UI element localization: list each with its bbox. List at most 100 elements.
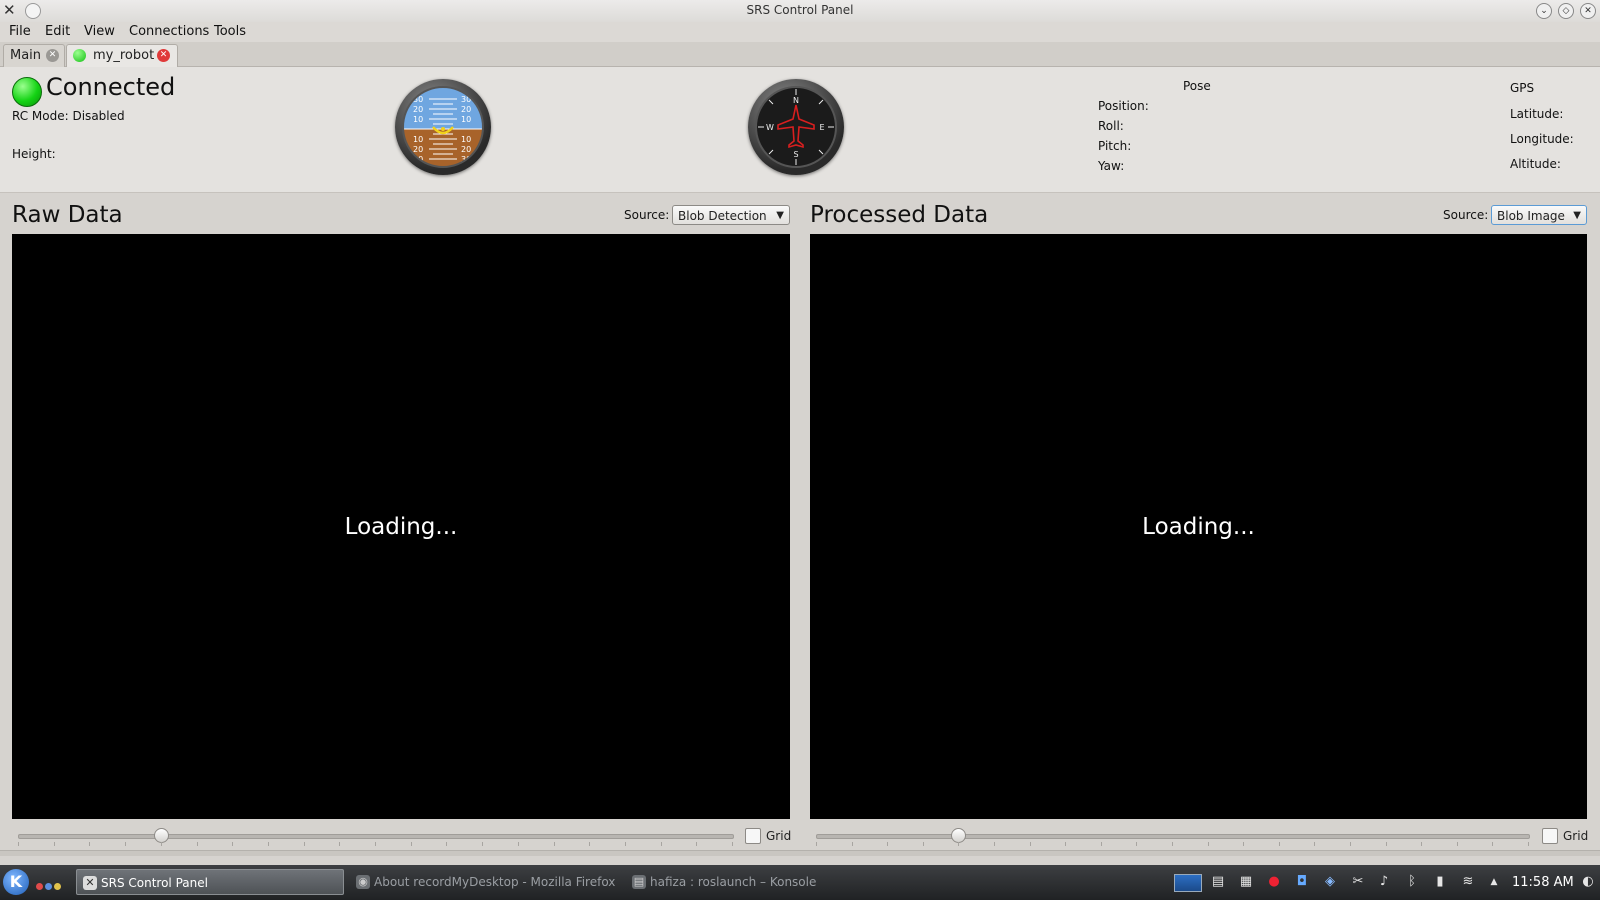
- slider-tick: [482, 842, 484, 846]
- pitch-mark-20-up: 20: [413, 105, 423, 114]
- desktop-pager-icon[interactable]: [1174, 874, 1202, 892]
- slider-tick: [1243, 842, 1245, 846]
- activities-icon[interactable]: [36, 879, 63, 893]
- slider-tick: [1456, 842, 1458, 846]
- slider-tick: [1528, 842, 1529, 846]
- raw-data-title: Raw Data: [12, 202, 123, 228]
- menu-bar: File Edit View Connections Tools: [0, 22, 1600, 42]
- connection-status: Connected: [46, 73, 176, 101]
- slider-tick: [232, 842, 234, 846]
- pitch-mark-20-down: 20: [413, 145, 423, 154]
- slider-tick: [553, 842, 555, 846]
- network-manager-icon[interactable]: ◘: [1294, 874, 1310, 890]
- slider-tick: [196, 842, 198, 846]
- slider-tick: [994, 842, 995, 846]
- slider-tick: [1385, 842, 1387, 846]
- menu-view[interactable]: View: [84, 24, 115, 39]
- slider-tick: [375, 842, 376, 846]
- heading-e: E: [819, 123, 824, 132]
- raw-source-value: Blob Detection: [678, 209, 767, 223]
- clipboard-icon[interactable]: ▦: [1238, 874, 1254, 890]
- pose-yaw-label: Yaw:: [1098, 159, 1125, 173]
- menu-edit[interactable]: Edit: [45, 24, 70, 39]
- tab-main[interactable]: Main ✕: [3, 44, 65, 67]
- task-konsole[interactable]: ▤ hafiza : roslaunch – Konsole: [626, 869, 906, 895]
- tab-my-robot[interactable]: my_robot ✕: [66, 44, 178, 67]
- volume-icon[interactable]: ♪: [1376, 874, 1392, 890]
- expand-tray-icon[interactable]: ▲: [1486, 874, 1502, 890]
- task-firefox-label: About recordMyDesktop - Mozilla Firefox: [374, 875, 616, 889]
- raw-grid-label: Grid: [766, 829, 792, 843]
- processed-loading-text: Loading...: [1142, 514, 1255, 540]
- tab-main-close-icon[interactable]: ✕: [46, 49, 59, 62]
- slider-tick: [958, 842, 960, 846]
- attitude-indicator: 30 20 10 10 20 30 30 20 10 10 20 30: [395, 79, 491, 175]
- svg-text:10: 10: [461, 115, 471, 124]
- record-icon[interactable]: ●: [1266, 874, 1282, 890]
- taskbar: K ✕ SRS Control Panel ◉ About recordMyDe…: [0, 865, 1600, 900]
- raw-slider-handle[interactable]: [153, 828, 169, 843]
- konsole-icon: ▤: [632, 875, 646, 889]
- pose-roll-label: Roll:: [1098, 119, 1124, 133]
- pose-title: Pose: [1183, 79, 1211, 93]
- tab-my-robot-close-icon[interactable]: ✕: [157, 49, 170, 62]
- height-label: Height:: [12, 147, 56, 161]
- heading-w: W: [766, 123, 774, 132]
- update-icon[interactable]: ◈: [1322, 874, 1338, 890]
- svg-text:20: 20: [461, 105, 471, 114]
- minimize-button[interactable]: ⌄: [1536, 3, 1552, 19]
- slider-tick: [1492, 842, 1494, 846]
- menu-file[interactable]: File: [9, 24, 31, 39]
- scissors-icon[interactable]: ✂: [1350, 874, 1366, 890]
- slider-tick: [1421, 842, 1423, 846]
- heading-n: N: [793, 96, 799, 105]
- status-bar: [0, 850, 1600, 856]
- raw-slider-track[interactable]: [18, 834, 734, 839]
- pose-position-label: Position:: [1098, 99, 1149, 113]
- task-firefox[interactable]: ◉ About recordMyDesktop - Mozilla Firefo…: [350, 869, 620, 895]
- battery-icon[interactable]: ▮: [1432, 874, 1448, 890]
- chevron-down-icon: ▼: [1573, 210, 1581, 221]
- firefox-icon: ◉: [356, 875, 370, 889]
- menu-connections[interactable]: Connections: [129, 24, 209, 39]
- notes-icon[interactable]: ▤: [1210, 874, 1226, 890]
- pitch-mark-10-up: 10: [413, 115, 423, 124]
- slider-tick: [303, 842, 305, 846]
- slider-tick: [410, 842, 412, 846]
- show-desktop-icon[interactable]: ◐: [1580, 874, 1596, 890]
- slider-tick: [1100, 842, 1102, 846]
- processed-slider-track[interactable]: [816, 834, 1530, 839]
- raw-source-select[interactable]: Blob Detection ▼: [672, 205, 790, 225]
- close-button[interactable]: ✕: [1580, 3, 1596, 19]
- slider-tick: [18, 842, 19, 846]
- slider-tick: [1278, 842, 1280, 846]
- tab-bar: Main ✕ my_robot ✕: [0, 42, 1600, 67]
- slider-tick: [89, 842, 91, 846]
- status-header: Connected RC Mode: Disabled Height: 30 2…: [0, 67, 1600, 193]
- menu-tools[interactable]: Tools: [214, 24, 246, 39]
- attitude-ground: [403, 129, 483, 167]
- svg-text:10: 10: [461, 135, 471, 144]
- maximize-button[interactable]: ◇: [1558, 3, 1574, 19]
- processed-slider-handle[interactable]: [951, 828, 967, 843]
- slider-tick: [589, 842, 591, 846]
- processed-grid-checkbox[interactable]: [1542, 828, 1558, 844]
- slider-tick: [339, 842, 341, 846]
- bluetooth-icon[interactable]: ᛒ: [1404, 874, 1420, 890]
- slider-tick: [887, 842, 889, 846]
- slider-tick: [1136, 842, 1138, 846]
- application-launcher-icon[interactable]: K: [3, 869, 29, 895]
- tab-main-label: Main: [10, 48, 42, 63]
- slider-tick: [517, 842, 519, 846]
- raw-grid-checkbox[interactable]: [745, 828, 761, 844]
- raw-source-label: Source:: [624, 208, 670, 222]
- chevron-down-icon: ▼: [776, 210, 784, 221]
- task-srs-control-panel[interactable]: ✕ SRS Control Panel: [76, 869, 344, 895]
- slider-tick: [816, 842, 817, 846]
- heading-s: S: [793, 150, 798, 159]
- processed-source-select[interactable]: Blob Image ▼: [1491, 205, 1587, 225]
- slider-tick: [1029, 842, 1031, 846]
- wifi-icon[interactable]: ≋: [1460, 874, 1476, 890]
- slider-tick: [1314, 842, 1316, 846]
- connected-led-icon: [12, 77, 42, 107]
